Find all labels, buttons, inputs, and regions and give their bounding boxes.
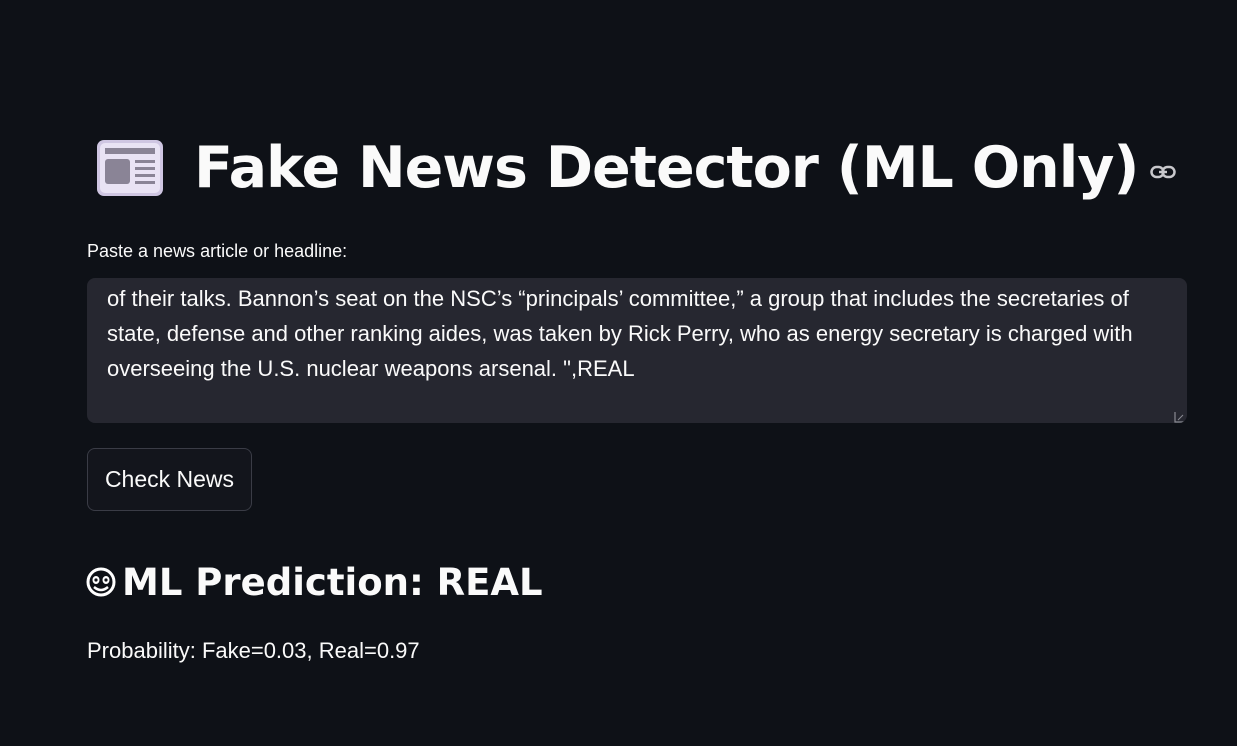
check-news-button[interactable]: Check News: [87, 448, 252, 511]
article-textarea[interactable]: of their talks. Bannon’s seat on the NSC…: [87, 278, 1187, 423]
link-icon[interactable]: [1150, 165, 1177, 179]
probability-text: Probability: Fake=0.03, Real=0.97: [87, 638, 420, 663]
newspaper-icon: [96, 138, 166, 198]
page-title: Fake News Detector (ML Only): [194, 135, 1139, 201]
resize-handle-icon[interactable]: [1174, 410, 1186, 423]
article-input-label: Paste a news article or headline:: [87, 241, 348, 261]
app-page: Fake News Detector (ML Only) Paste a new…: [0, 0, 1237, 746]
prediction-heading: ML Prediction: REAL: [122, 560, 543, 604]
prediction-row: ML Prediction: REAL: [86, 559, 543, 605]
smiling-face-icon: [86, 567, 116, 597]
title-row: Fake News Detector (ML Only): [96, 128, 1177, 208]
article-textarea-value: of their talks. Bannon’s seat on the NSC…: [107, 286, 1139, 381]
